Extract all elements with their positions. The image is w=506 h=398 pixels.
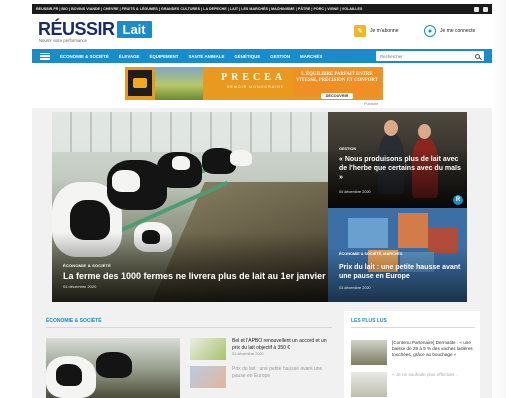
nav-item-economie[interactable]: ÉCONOMIE & SOCIÉTÉ	[60, 54, 109, 59]
side-article-2-date: 03 décembre 2020	[339, 286, 371, 290]
site-network-links[interactable]: REUSSIR.FR | BIO | BOVINS VIANDE | CHEVR…	[36, 7, 362, 11]
top-site-bar: REUSSIR.FR | BIO | BOVINS VIANDE | CHEVR…	[32, 4, 492, 14]
ad-brand: PRECEA	[221, 72, 287, 83]
most-read-item-title[interactable]: « Je ne souhaite plus effectuer...	[392, 372, 458, 397]
ad-tagline: L'ÉQUILIBRE PARFAIT ENTRE VITESSE, PRÉCI…	[296, 72, 378, 83]
most-read-list: [Contenu Partenaire] Dermatite : « une b…	[351, 340, 475, 398]
section-news-list: Bel et l'APBO renouvellent un accord et …	[190, 338, 334, 394]
nav-item-gestion[interactable]: GESTION	[270, 54, 290, 59]
subscribe-button[interactable]: ✎ Je m'abonne	[354, 24, 398, 38]
subscribe-icon: ✎	[354, 25, 366, 37]
news-title[interactable]: Prix du lait : une petite hausse avant u…	[232, 366, 334, 379]
premium-badge-icon: R	[453, 195, 463, 205]
news-thumbnail	[190, 338, 226, 360]
section-divider	[46, 327, 332, 328]
logo-section-box: Lait	[116, 21, 152, 38]
list-item[interactable]: « Je ne souhaite plus effectuer...	[351, 372, 475, 397]
section-title[interactable]: ÉCONOMIE & SOCIÉTÉ	[46, 318, 102, 324]
site-logo[interactable]: RÉUSSIR Lait	[38, 19, 152, 40]
logo-wordmark: RÉUSSIR	[38, 19, 115, 39]
logo-tagline: Nourrir votre performance	[39, 38, 87, 43]
page-edge	[492, 0, 506, 398]
facebook-icon[interactable]	[474, 6, 479, 12]
hero-title[interactable]: La ferme des 1000 fermes ne livrera plus…	[63, 271, 348, 281]
twitter-icon[interactable]	[483, 6, 488, 12]
side-article-2-title[interactable]: Prix du lait : une petite hausse avant u…	[339, 263, 463, 281]
site-header: RÉUSSIR Lait Nourrir votre performance ✎…	[32, 14, 492, 50]
news-thumbnail	[190, 366, 226, 388]
hero-date: 04 décembre 2020	[63, 284, 97, 289]
social-icons	[474, 6, 488, 12]
most-read-thumbnail	[351, 340, 387, 365]
side-article-1-category[interactable]: GESTION	[339, 147, 356, 151]
nav-item-elevage[interactable]: ÉLEVAGE	[119, 54, 140, 59]
news-title[interactable]: Bel et l'APBO renouvellent un accord et …	[232, 338, 334, 351]
list-item[interactable]: [Contenu Partenaire] Dermatite : « une b…	[351, 340, 475, 365]
nav-item-equipement[interactable]: ÉQUIPEMENT	[149, 54, 178, 59]
most-read-thumbnail	[351, 372, 387, 397]
side-article-2-category[interactable]: ÉCONOMIE & SOCIÉTÉ, MARCHÉS	[339, 252, 403, 256]
ad-tractor-image	[155, 67, 203, 100]
news-date: 04 décembre 2020	[232, 352, 264, 356]
brand-logo-icon	[128, 70, 152, 96]
list-item[interactable]: Prix du lait : une petite hausse avant u…	[190, 366, 334, 388]
nav-items: ÉCONOMIE & SOCIÉTÉ ÉLEVAGE ÉQUIPEMENT SA…	[60, 54, 322, 59]
nav-item-sante-animale[interactable]: SANTÉ ANIMALE	[188, 54, 224, 59]
nav-item-marches[interactable]: MARCHÉS	[300, 54, 322, 59]
login-button[interactable]: ● Je me connecte	[424, 24, 475, 38]
ad-banner[interactable]: PRECEA SEMOIR MONOGRAINE L'ÉQUILIBRE PAR…	[125, 67, 383, 100]
ad-subtitle: SEMOIR MONOGRAINE	[227, 85, 285, 89]
list-item[interactable]: Bel et l'APBO renouvellent un accord et …	[190, 338, 334, 360]
side-article-1-title[interactable]: « Nous produisons plus de lait avec de l…	[339, 155, 463, 182]
user-icon: ●	[424, 25, 436, 37]
nav-item-genetique[interactable]: GÉNÉTIQUE	[234, 54, 260, 59]
subscribe-label: Je m'abonne	[370, 28, 399, 34]
most-read-item-title[interactable]: [Contenu Partenaire] Dermatite : « une b…	[392, 340, 475, 365]
most-read-title: LES PLUS LUS	[351, 318, 387, 324]
search-icon[interactable]	[475, 53, 480, 59]
ad-discover-button[interactable]: DÉCOUVRIR	[320, 93, 354, 99]
main-nav: ÉCONOMIE & SOCIÉTÉ ÉLEVAGE ÉQUIPEMENT SA…	[32, 49, 492, 63]
search-box	[376, 51, 484, 61]
login-label: Je me connecte	[440, 28, 476, 34]
side-article-1-date: 04 décembre 2020	[339, 190, 371, 194]
hero-category[interactable]: ÉCONOMIE & SOCIÉTÉ	[63, 263, 111, 268]
ad-pitch: L'ÉQUILIBRE PARFAIT ENTRE VITESSE, PRÉCI…	[293, 70, 381, 99]
menu-icon[interactable]	[40, 52, 50, 60]
ad-caption: Publicité	[364, 102, 379, 106]
most-read-divider	[351, 327, 475, 328]
section-lead-image[interactable]	[46, 338, 180, 398]
search-input[interactable]	[380, 53, 470, 59]
